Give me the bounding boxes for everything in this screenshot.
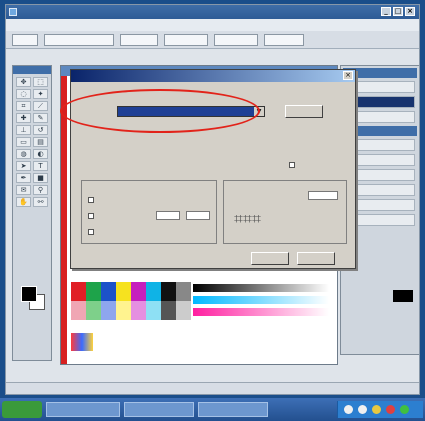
options-field[interactable] bbox=[214, 34, 258, 46]
options-group bbox=[81, 180, 217, 244]
eyedropper-icon[interactable]: ⚲ bbox=[33, 185, 48, 195]
magenta-gradient-strip bbox=[193, 308, 329, 316]
status-bar bbox=[6, 382, 419, 394]
black-gradient-strip bbox=[193, 284, 329, 292]
options-field[interactable] bbox=[164, 34, 208, 46]
option-checkbox[interactable] bbox=[88, 229, 94, 235]
stamp-icon[interactable]: ⊥ bbox=[16, 125, 31, 135]
preview-field[interactable] bbox=[308, 191, 338, 200]
start-button[interactable] bbox=[2, 401, 42, 418]
app-icon bbox=[9, 8, 17, 16]
tray-icon[interactable] bbox=[386, 405, 395, 414]
menu-bar bbox=[6, 19, 419, 31]
options-bar bbox=[6, 31, 419, 49]
cyan-gradient-strip bbox=[193, 296, 329, 304]
type-icon[interactable]: T bbox=[33, 161, 48, 171]
option-field[interactable] bbox=[156, 211, 180, 220]
toolbox-header[interactable] bbox=[13, 66, 51, 74]
heal-icon[interactable]: ✚ bbox=[16, 113, 31, 123]
document-banner bbox=[71, 328, 329, 356]
tool-grid: ✥ ⬚ ◌ ✦ ⌗ ⟋ ✚ ✎ ⊥ ↺ ▭ ▤ ◍ ◐ ➤ T ✒ ■ ✉ ⚲ … bbox=[13, 74, 51, 210]
marquee-icon[interactable]: ⬚ bbox=[33, 77, 48, 87]
gradient-icon[interactable]: ▤ bbox=[33, 137, 48, 147]
ok-button[interactable] bbox=[251, 252, 289, 265]
system-tray bbox=[337, 401, 423, 418]
taskbar-item[interactable] bbox=[46, 402, 120, 417]
options-field[interactable] bbox=[120, 34, 158, 46]
maximize-icon[interactable]: □ bbox=[393, 7, 403, 16]
taskbar bbox=[0, 398, 425, 421]
option-checkbox[interactable] bbox=[88, 213, 94, 219]
options-field[interactable] bbox=[264, 34, 304, 46]
window-controls: _ □ × bbox=[381, 7, 415, 16]
tray-icon[interactable] bbox=[344, 405, 353, 414]
hand-icon[interactable]: ✋ bbox=[16, 197, 31, 207]
history-brush-icon[interactable]: ↺ bbox=[33, 125, 48, 135]
eraser-icon[interactable]: ▭ bbox=[16, 137, 31, 147]
tray-icon[interactable] bbox=[400, 405, 409, 414]
window-titlebar: _ □ × bbox=[6, 5, 419, 19]
slice-icon[interactable]: ⟋ bbox=[33, 101, 48, 111]
taskbar-item[interactable] bbox=[124, 402, 194, 417]
brand-logo bbox=[71, 333, 93, 351]
crop-icon[interactable]: ⌗ bbox=[16, 101, 31, 111]
brush-icon[interactable]: ✎ bbox=[33, 113, 48, 123]
minimize-icon[interactable]: _ bbox=[381, 7, 391, 16]
tray-icon[interactable] bbox=[372, 405, 381, 414]
color-patch-bar bbox=[71, 282, 191, 320]
taskbar-item[interactable] bbox=[198, 402, 268, 417]
option-field[interactable] bbox=[186, 211, 210, 220]
dialog-titlebar: × bbox=[71, 70, 355, 82]
shape-icon[interactable]: ■ bbox=[33, 173, 48, 183]
preview-group: ⌗⌗⌗ bbox=[223, 180, 347, 244]
notes-icon[interactable]: ✉ bbox=[16, 185, 31, 195]
path-icon[interactable]: ➤ bbox=[16, 161, 31, 171]
tray-icon[interactable] bbox=[358, 405, 367, 414]
foreground-color-swatch[interactable] bbox=[21, 286, 37, 302]
toolbox-panel: ✥ ⬚ ◌ ✦ ⌗ ⟋ ✚ ✎ ⊥ ↺ ▭ ▤ ◍ ◐ ➤ T ✒ ■ ✉ ⚲ … bbox=[12, 65, 52, 361]
load-button[interactable] bbox=[285, 105, 323, 118]
dodge-icon[interactable]: ◐ bbox=[33, 149, 48, 159]
highlight-annotation bbox=[60, 89, 260, 133]
color-swatch[interactable] bbox=[393, 290, 413, 302]
close-icon[interactable]: × bbox=[405, 7, 415, 16]
pen-icon[interactable]: ✒ bbox=[16, 173, 31, 183]
blur-icon[interactable]: ◍ bbox=[16, 149, 31, 159]
dialog-close-icon[interactable]: × bbox=[343, 71, 353, 80]
options-field[interactable] bbox=[44, 34, 114, 46]
vertical-ruler bbox=[61, 76, 67, 364]
tool-preset-picker[interactable] bbox=[12, 34, 38, 46]
option-checkbox[interactable] bbox=[88, 197, 94, 203]
wand-icon[interactable]: ✦ bbox=[33, 89, 48, 99]
preview-checkbox[interactable] bbox=[289, 162, 295, 168]
zoom-icon[interactable]: ⚯ bbox=[33, 197, 48, 207]
cancel-button[interactable] bbox=[297, 252, 335, 265]
preview-glyphs: ⌗⌗⌗ bbox=[234, 209, 262, 228]
app-window: _ □ × ✥ ⬚ ◌ ✦ ⌗ ⟋ ✚ ✎ ⊥ ↺ ▭ ▤ ◍ ◐ ➤ T ✒ … bbox=[5, 4, 420, 395]
move-icon[interactable]: ✥ bbox=[16, 77, 31, 87]
lasso-icon[interactable]: ◌ bbox=[16, 89, 31, 99]
